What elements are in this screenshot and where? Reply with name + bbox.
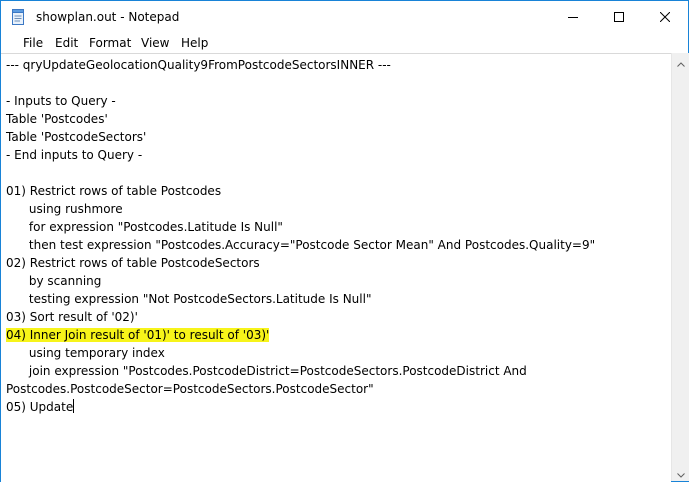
editor-line: for expression "Postcodes.Latitude Is Nu… [6,220,283,234]
editor-line-highlighted: 04) Inner Join result of '01)' to result… [6,326,270,344]
editor-line: 02) Restrict rows of table PostcodeSecto… [6,256,260,270]
editor-line: testing expression "Not PostcodeSectors.… [6,292,372,306]
editor-line-last: 05) Update [6,398,75,416]
editor-line: Table 'Postcodes' [6,112,108,126]
maximize-button[interactable] [596,1,642,33]
minimize-button[interactable] [550,1,596,33]
editor-line: Postcodes.PostcodeSector=PostcodeSectors… [6,382,374,396]
editor-line: - Inputs to Query - [6,94,116,108]
scroll-up-button[interactable] [672,53,689,70]
editor-line: --- qryUpdateGeolocationQuality9FromPost… [6,58,391,72]
menu-help[interactable]: Help [181,36,208,50]
text-editor[interactable]: --- qryUpdateGeolocationQuality9FromPost… [1,53,671,482]
editor-line: join expression "Postcodes.PostcodeDistr… [6,364,527,378]
editor-line: - End inputs to Query - [6,148,143,162]
editor-line: using temporary index [6,346,165,360]
scroll-down-button[interactable] [672,464,689,481]
menu-view[interactable]: View [141,36,169,50]
editor-line: by scanning [6,274,102,288]
editor-line: then test expression "Postcodes.Accuracy… [6,238,596,252]
menu-bar: File Edit Format View Help [1,33,688,53]
editor-line: using rushmore [6,202,123,216]
editor-line: 01) Restrict rows of table Postcodes [6,184,222,198]
close-button[interactable] [642,1,688,33]
editor-line: Table 'PostcodeSectors' [6,130,147,144]
close-icon [660,12,670,22]
maximize-icon [614,12,624,22]
menu-file[interactable]: File [23,36,43,50]
notepad-icon [10,9,26,25]
vertical-scrollbar[interactable] [671,53,689,481]
title-bar[interactable]: showplan.out - Notepad [1,1,688,33]
highlight-marker: 04) Inner Join result of '01)' to result… [6,328,270,342]
chevron-down-icon [676,463,685,482]
menu-edit[interactable]: Edit [55,36,78,50]
notepad-window: showplan.out - Notepad File Edit Format … [0,0,689,482]
editor-line-text: 05) Update [6,400,74,414]
window-title: showplan.out - Notepad [36,10,180,24]
text-caret [73,399,75,413]
menu-format[interactable]: Format [89,36,131,50]
chevron-up-icon [676,52,685,71]
minimize-icon [568,12,578,22]
editor-line: 03) Sort result of '02)' [6,310,138,324]
